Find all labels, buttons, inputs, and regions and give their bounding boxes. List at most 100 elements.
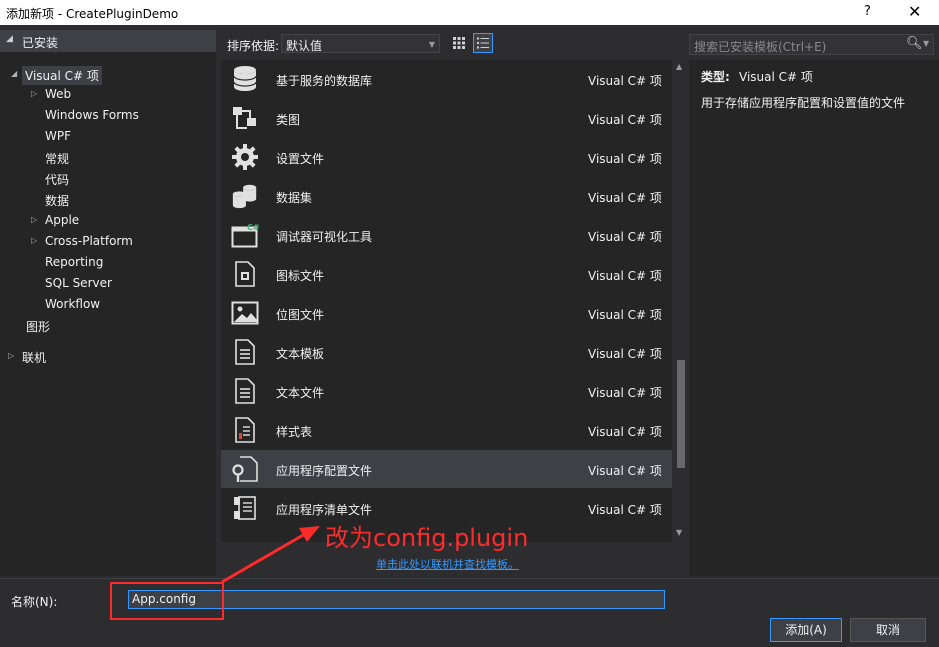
scroll-up-icon[interactable]: ▲ <box>676 62 682 71</box>
template-row[interactable]: 设置文件 Visual C# 项 <box>221 138 672 176</box>
cancel-button[interactable]: 取消 <box>850 618 926 642</box>
tree-item-windows-forms[interactable]: Windows Forms <box>45 108 139 122</box>
template-name: 调试器可视化工具 <box>276 230 373 244</box>
svg-text:C#: C# <box>247 223 259 232</box>
bitmap-icon <box>231 299 259 327</box>
tree-item-label: 常规 <box>45 152 70 166</box>
tree-item-general[interactable]: 常规 <box>45 150 69 167</box>
collapsed-arrow-icon[interactable]: ▷ <box>31 236 37 245</box>
tree-item-workflow[interactable]: Workflow <box>45 297 100 311</box>
template-name: 基于服务的数据库 <box>276 74 373 88</box>
tree-item-label: Cross-Platform <box>45 234 133 248</box>
collapsed-arrow-icon[interactable]: ▷ <box>31 215 37 224</box>
template-name: 类图 <box>276 113 301 127</box>
template-row[interactable]: 文本文件 Visual C# 项 <box>221 372 672 410</box>
installed-header[interactable]: ◢ 已安装 <box>0 30 216 52</box>
tree-item-label: SQL Server <box>45 276 112 290</box>
template-row-selected[interactable]: 应用程序配置文件 Visual C# 项 <box>221 450 672 488</box>
template-type: Visual C# 项 <box>588 425 662 439</box>
tree-item-label: 联机 <box>22 351 47 365</box>
tree-item-label: Reporting <box>45 255 104 269</box>
title-bar: 添加新项 - CreatePluginDemo ? ✕ <box>0 0 939 25</box>
tree-item-label: Web <box>45 87 72 101</box>
template-list: 基于服务的数据库 Visual C# 项 类图 Visual C# 项 设置文件… <box>221 60 672 542</box>
window-title: 添加新项 - CreatePluginDemo <box>6 7 179 21</box>
search-placeholder: 搜索已安装模板(Ctrl+E) <box>694 40 827 54</box>
database-icon <box>231 65 259 93</box>
sort-value: 默认值 <box>286 39 323 53</box>
help-button[interactable]: ? <box>864 4 871 19</box>
template-type: Visual C# 项 <box>588 503 662 517</box>
tree-item-reporting[interactable]: Reporting <box>45 255 103 269</box>
add-button[interactable]: 添加(A) <box>770 618 842 642</box>
expanded-arrow-icon[interactable]: ◢ <box>11 69 17 78</box>
template-name: 应用程序配置文件 <box>276 464 373 478</box>
installed-label: 已安装 <box>22 36 59 50</box>
tree-item-sql-server[interactable]: SQL Server <box>45 276 112 290</box>
tree-item-label: 图形 <box>26 320 51 334</box>
template-name: 文本模板 <box>276 347 325 361</box>
details-description: 用于存储应用程序配置和设置值的文件 <box>701 96 906 110</box>
template-type: Visual C# 项 <box>588 230 662 244</box>
template-row[interactable]: 图标文件 Visual C# 项 <box>221 255 672 293</box>
search-box[interactable]: 搜索已安装模板(Ctrl+E) 🔍︎ ▼ <box>689 34 934 55</box>
collapse-arrow-icon[interactable]: ◢ <box>6 34 13 44</box>
template-type: Visual C# 项 <box>588 347 662 361</box>
template-name: 数据集 <box>276 191 313 205</box>
icon-file-icon <box>231 260 259 288</box>
tree-item-data[interactable]: 数据 <box>45 192 69 209</box>
template-type: Visual C# 项 <box>588 386 662 400</box>
stylesheet-icon <box>231 416 259 444</box>
grid-view-icon <box>453 37 465 49</box>
template-name: 应用程序清单文件 <box>276 503 373 517</box>
find-online-templates-link[interactable]: 单击此处以联机并查找模板。 <box>376 556 519 572</box>
template-row[interactable]: C# 调试器可视化工具 Visual C# 项 <box>221 216 672 254</box>
manifest-icon <box>231 494 259 522</box>
scroll-down-icon[interactable]: ▼ <box>676 528 682 537</box>
annotation-text: 改为config.plugin <box>325 524 529 552</box>
template-name: 样式表 <box>276 425 313 439</box>
sort-select[interactable]: 默认值 ▼ <box>281 34 440 53</box>
gear-icon <box>231 143 259 171</box>
grid-view-button[interactable] <box>449 33 469 53</box>
template-name: 文本文件 <box>276 386 325 400</box>
tree-item-wpf[interactable]: WPF <box>45 129 71 143</box>
template-type: Visual C# 项 <box>588 464 662 478</box>
tree-item-label: Apple <box>45 213 80 227</box>
template-type: Visual C# 项 <box>588 152 662 166</box>
template-row[interactable]: 基于服务的数据库 Visual C# 项 <box>221 60 672 98</box>
template-type: Visual C# 项 <box>588 191 662 205</box>
template-list-scrollbar[interactable] <box>674 60 688 542</box>
tree-item-label: Visual C# 项 <box>22 66 102 85</box>
template-row[interactable]: 样式表 Visual C# 项 <box>221 411 672 449</box>
collapsed-arrow-icon[interactable]: ▷ <box>8 351 14 360</box>
dataset-icon <box>231 182 259 210</box>
text-template-icon <box>231 338 259 366</box>
details-panel <box>689 60 939 576</box>
text-file-icon <box>231 377 259 405</box>
close-button[interactable]: ✕ <box>908 2 921 21</box>
scrollbar-thumb[interactable] <box>677 360 685 468</box>
list-view-icon <box>477 37 489 49</box>
sort-label: 排序依据: <box>227 39 280 53</box>
details-type-value: Visual C# 项 <box>739 70 813 84</box>
tree-item-graphics[interactable]: 图形 <box>26 318 50 335</box>
template-row[interactable]: 数据集 Visual C# 项 <box>221 177 672 215</box>
chevron-down-icon[interactable]: ▼ <box>923 39 929 48</box>
collapsed-arrow-icon[interactable]: ▷ <box>31 89 37 98</box>
class-diagram-icon <box>231 104 259 132</box>
list-view-button[interactable] <box>473 33 493 53</box>
template-name: 设置文件 <box>276 152 325 166</box>
annotation-highlight-box <box>110 582 224 620</box>
template-row[interactable]: 类图 Visual C# 项 <box>221 99 672 137</box>
debugger-visualizer-icon: C# <box>231 221 259 249</box>
tree-item-label: Windows Forms <box>45 108 139 122</box>
chevron-down-icon: ▼ <box>428 40 435 49</box>
tree-item-label: 代码 <box>45 173 70 187</box>
template-row[interactable]: 文本模板 Visual C# 项 <box>221 333 672 371</box>
template-row[interactable]: 位图文件 Visual C# 项 <box>221 294 672 332</box>
search-icon[interactable]: 🔍︎ <box>906 36 923 51</box>
template-type: Visual C# 项 <box>588 113 662 127</box>
tree-item-code[interactable]: 代码 <box>45 171 69 188</box>
template-name: 位图文件 <box>276 308 325 322</box>
